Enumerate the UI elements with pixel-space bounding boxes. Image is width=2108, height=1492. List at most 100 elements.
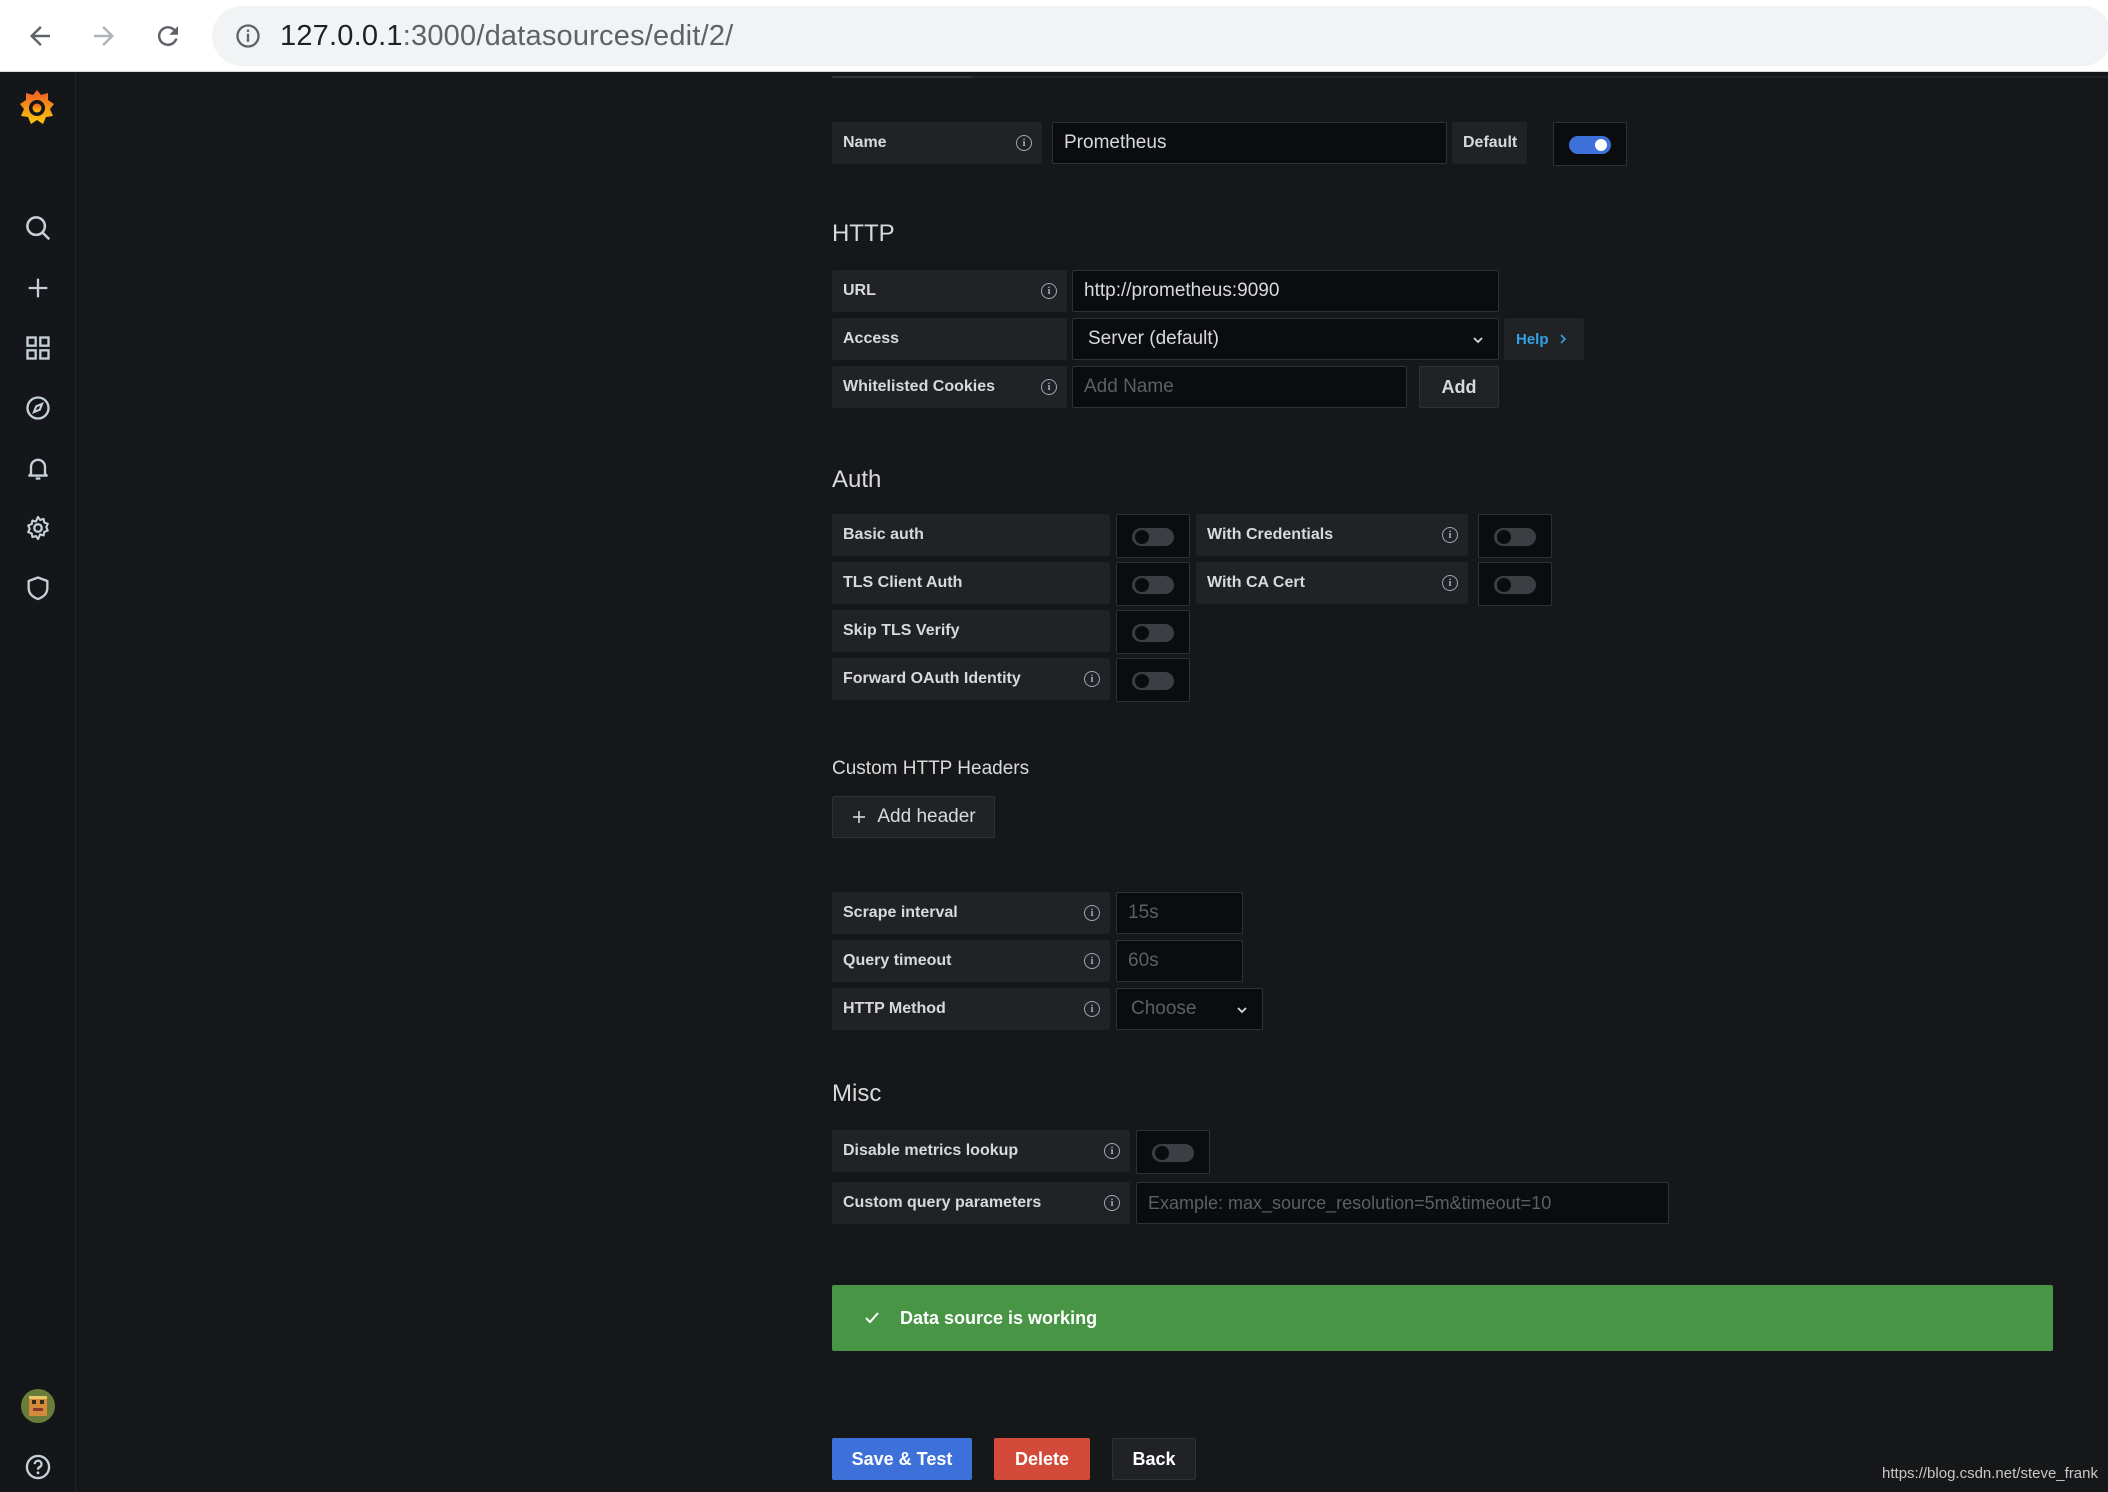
skip-tls-verify-toggle[interactable]	[1116, 610, 1190, 654]
with-credentials-toggle[interactable]	[1478, 514, 1552, 558]
info-icon[interactable]: i	[1041, 379, 1057, 395]
info-icon[interactable]: i	[1442, 575, 1458, 591]
switch-knob	[1497, 578, 1511, 592]
url-input[interactable]: http://prometheus:9090	[1072, 270, 1499, 312]
delete-button[interactable]: Delete	[994, 1438, 1090, 1480]
alert-message: Data source is working	[900, 1307, 1098, 1328]
with-ca-cert-label: With CA Cert i	[1196, 562, 1468, 604]
shield-icon[interactable]	[19, 569, 57, 607]
forward-arrow-icon[interactable]	[82, 14, 126, 58]
info-icon[interactable]: i	[1084, 1001, 1100, 1017]
dashboards-icon[interactable]	[19, 329, 57, 367]
tab-underline	[832, 76, 2108, 78]
custom-headers-title: Custom HTTP Headers	[832, 758, 1030, 779]
forward-oauth-switch[interactable]	[1132, 672, 1174, 690]
info-icon[interactable]: i	[1442, 527, 1458, 543]
tls-client-auth-switch[interactable]	[1132, 576, 1174, 594]
scrape-interval-label: Scrape interval i	[832, 892, 1110, 934]
http-method-select-value: Choose	[1131, 998, 1197, 1019]
disable-metrics-toggle[interactable]	[1136, 1130, 1210, 1174]
main-content: Name i Prometheus Default HTTP URL i htt…	[77, 72, 2108, 1492]
chevron-right-icon	[1559, 334, 1566, 344]
info-icon[interactable]: i	[1041, 283, 1057, 299]
http-method-label-text: HTTP Method	[843, 1000, 946, 1017]
with-ca-cert-label-text: With CA Cert	[1207, 574, 1305, 591]
back-arrow-icon[interactable]	[18, 14, 62, 58]
query-timeout-label: Query timeout i	[832, 940, 1110, 982]
switch-knob	[1135, 530, 1149, 544]
access-select-value: Server (default)	[1088, 328, 1219, 349]
skip-tls-verify-switch[interactable]	[1132, 624, 1174, 642]
default-label: Default	[1452, 122, 1527, 164]
switch-knob	[1135, 626, 1149, 640]
explore-icon[interactable]	[19, 389, 57, 427]
basic-auth-toggle[interactable]	[1116, 514, 1190, 558]
disable-metrics-label-text: Disable metrics lookup	[843, 1142, 1019, 1159]
http-method-label: HTTP Method i	[832, 988, 1110, 1030]
add-header-label: Add header	[877, 806, 976, 827]
alerting-icon[interactable]	[19, 449, 57, 487]
auth-section-title: Auth	[832, 466, 882, 493]
help-link[interactable]: Help	[1504, 318, 1584, 360]
switch-knob	[1135, 578, 1149, 592]
query-timeout-label-text: Query timeout	[843, 952, 952, 969]
site-info-icon[interactable]	[234, 22, 262, 55]
chevron-down-icon	[1473, 337, 1483, 344]
add-header-button[interactable]: Add header	[832, 796, 995, 838]
with-ca-cert-toggle[interactable]	[1478, 562, 1552, 606]
plus-icon[interactable]	[19, 269, 57, 307]
reload-icon[interactable]	[146, 14, 190, 58]
custom-query-input[interactable]: Example: max_source_resolution=5m&timeou…	[1136, 1182, 1669, 1224]
whitelisted-cookies-label-text: Whitelisted Cookies	[843, 378, 996, 395]
with-credentials-label-text: With Credentials	[1207, 526, 1334, 543]
scrape-interval-input[interactable]: 15s	[1116, 892, 1243, 934]
default-switch[interactable]	[1569, 136, 1611, 154]
avatar[interactable]	[19, 1387, 57, 1425]
info-icon[interactable]: i	[1084, 953, 1100, 969]
access-label: Access	[832, 318, 1067, 360]
grafana-logo-icon[interactable]	[16, 86, 58, 128]
info-icon[interactable]: i	[1016, 135, 1032, 151]
misc-section-title: Misc	[832, 1080, 882, 1107]
name-label: Name i	[832, 122, 1042, 164]
search-icon[interactable]	[19, 209, 57, 247]
whitelisted-cookies-input[interactable]: Add Name	[1072, 366, 1407, 408]
url-label-text: URL	[843, 282, 876, 299]
help-link-text: Help	[1516, 330, 1549, 348]
forward-oauth-toggle[interactable]	[1116, 658, 1190, 702]
info-icon[interactable]: i	[1104, 1143, 1120, 1159]
url-text[interactable]: 127.0.0.1:3000/datasources/edit/2/	[280, 20, 733, 53]
success-alert: Data source is working	[832, 1285, 2053, 1351]
custom-query-label: Custom query parameters i	[832, 1182, 1130, 1224]
url-label: URL i	[832, 270, 1067, 312]
name-label-text: Name	[843, 134, 887, 151]
save-test-button[interactable]: Save & Test	[832, 1438, 972, 1480]
tls-client-auth-toggle[interactable]	[1116, 562, 1190, 606]
basic-auth-label: Basic auth	[832, 514, 1110, 556]
info-icon[interactable]: i	[1084, 905, 1100, 921]
help-icon[interactable]	[19, 1448, 57, 1486]
http-method-select[interactable]: Choose	[1116, 988, 1263, 1030]
browser-toolbar: 127.0.0.1:3000/datasources/edit/2/	[0, 0, 2108, 72]
url-path: :3000/datasources/edit/2/	[402, 20, 734, 52]
disable-metrics-switch[interactable]	[1152, 1144, 1194, 1162]
default-toggle[interactable]	[1553, 122, 1627, 166]
with-ca-cert-switch[interactable]	[1494, 576, 1536, 594]
query-timeout-input[interactable]: 60s	[1116, 940, 1243, 982]
name-input[interactable]: Prometheus	[1052, 122, 1447, 164]
tab-settings[interactable]	[832, 76, 972, 78]
switch-knob	[1135, 674, 1149, 688]
tls-client-auth-label: TLS Client Auth	[832, 562, 1110, 604]
info-icon[interactable]: i	[1104, 1195, 1120, 1211]
access-select[interactable]: Server (default)	[1072, 318, 1499, 360]
address-bar[interactable]: 127.0.0.1:3000/datasources/edit/2/	[212, 6, 2108, 66]
settings-icon[interactable]	[19, 509, 57, 547]
add-cookie-button[interactable]: Add	[1419, 366, 1499, 408]
http-section-title: HTTP	[832, 220, 895, 247]
basic-auth-switch[interactable]	[1132, 528, 1174, 546]
disable-metrics-label: Disable metrics lookup i	[832, 1130, 1130, 1172]
info-icon[interactable]: i	[1084, 671, 1100, 687]
forward-oauth-label-text: Forward OAuth Identity	[843, 670, 1021, 687]
with-credentials-switch[interactable]	[1494, 528, 1536, 546]
back-button[interactable]: Back	[1112, 1438, 1196, 1480]
